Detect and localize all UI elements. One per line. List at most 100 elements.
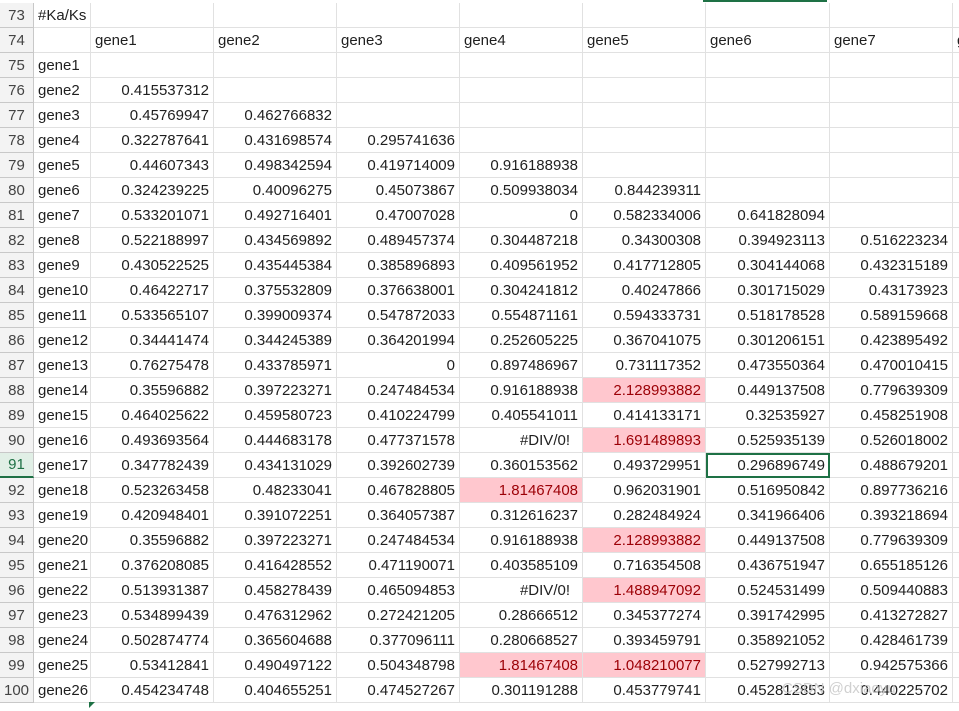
data-cell[interactable]: 0 — [337, 353, 460, 378]
data-cell[interactable]: 0.252605225 — [460, 328, 583, 353]
data-cell[interactable]: gene1 — [91, 28, 214, 53]
data-cell[interactable]: #DIV/0! — [460, 578, 583, 603]
data-cell[interactable]: 0.341966406 — [706, 503, 830, 528]
data-cell[interactable] — [460, 103, 583, 128]
row-header[interactable]: 76 — [0, 78, 34, 103]
data-cell[interactable]: gene3 — [337, 28, 460, 53]
row-header[interactable]: 74 — [0, 28, 34, 53]
data-cell[interactable]: 0.589159668 — [830, 303, 953, 328]
data-cell[interactable] — [953, 253, 959, 278]
data-cell[interactable]: 0.301206151 — [706, 328, 830, 353]
data-cell[interactable]: 0.436751947 — [706, 553, 830, 578]
data-cell[interactable]: 0.471190071 — [337, 553, 460, 578]
data-cell[interactable]: 0.459580723 — [214, 403, 337, 428]
data-cell[interactable] — [337, 103, 460, 128]
data-cell[interactable] — [953, 353, 959, 378]
data-cell[interactable]: 0.492716401 — [214, 203, 337, 228]
data-cell[interactable]: 0.897736216 — [830, 478, 953, 503]
data-cell[interactable]: 0.435445384 — [214, 253, 337, 278]
data-cell[interactable]: 0.393218694 — [830, 503, 953, 528]
data-cell[interactable]: 0.40096275 — [214, 178, 337, 203]
data-cell[interactable]: 0.594333731 — [583, 303, 706, 328]
row-header[interactable]: 75 — [0, 53, 34, 78]
data-cell[interactable] — [583, 128, 706, 153]
data-cell[interactable]: 0.393459791 — [583, 628, 706, 653]
data-cell[interactable]: 0.547872033 — [337, 303, 460, 328]
data-cell[interactable]: 0.76275478 — [91, 353, 214, 378]
row-label-cell[interactable]: gene21 — [34, 553, 91, 578]
data-cell[interactable]: 0.324239225 — [91, 178, 214, 203]
data-cell[interactable] — [91, 3, 214, 28]
data-cell[interactable] — [953, 278, 959, 303]
data-cell[interactable] — [830, 3, 953, 28]
data-cell[interactable]: gene4 — [460, 28, 583, 53]
data-cell[interactable]: 0.524531499 — [706, 578, 830, 603]
row-header[interactable]: 73 — [0, 3, 34, 28]
row-label-cell[interactable]: gene9 — [34, 253, 91, 278]
data-cell[interactable]: 0.526018002 — [830, 428, 953, 453]
data-cell[interactable]: 0.403585109 — [460, 553, 583, 578]
data-cell[interactable] — [953, 603, 959, 628]
data-cell[interactable]: 0.247484534 — [337, 378, 460, 403]
data-cell[interactable]: 0.375532809 — [214, 278, 337, 303]
data-cell[interactable] — [214, 78, 337, 103]
data-cell[interactable] — [583, 53, 706, 78]
data-cell[interactable]: 0.344245389 — [214, 328, 337, 353]
row-header[interactable]: 97 — [0, 603, 34, 628]
data-cell[interactable]: 0.431698574 — [214, 128, 337, 153]
data-cell[interactable] — [953, 53, 959, 78]
data-cell[interactable]: 0.417712805 — [583, 253, 706, 278]
row-label-cell[interactable]: gene1 — [34, 53, 91, 78]
data-cell[interactable] — [953, 328, 959, 353]
data-cell[interactable]: 0.465094853 — [337, 578, 460, 603]
data-cell[interactable] — [583, 103, 706, 128]
data-cell[interactable]: 0.345377274 — [583, 603, 706, 628]
data-cell[interactable]: 0.655185126 — [830, 553, 953, 578]
data-cell[interactable]: 0.405541011 — [460, 403, 583, 428]
data-cell[interactable] — [953, 503, 959, 528]
data-cell[interactable]: 0.779639309 — [830, 378, 953, 403]
data-cell[interactable]: 0.360153562 — [460, 453, 583, 478]
data-cell[interactable] — [953, 178, 959, 203]
data-cell[interactable] — [460, 3, 583, 28]
data-cell[interactable]: 0.716354508 — [583, 553, 706, 578]
data-cell[interactable]: 0.554871161 — [460, 303, 583, 328]
data-cell[interactable]: 0.280668527 — [460, 628, 583, 653]
data-cell[interactable]: 0.394923113 — [706, 228, 830, 253]
data-cell[interactable]: 0.35596882 — [91, 378, 214, 403]
row-header[interactable]: 77 — [0, 103, 34, 128]
data-cell[interactable]: 0.433785971 — [214, 353, 337, 378]
data-cell[interactable]: 0.322787641 — [91, 128, 214, 153]
data-cell[interactable] — [460, 128, 583, 153]
data-cell[interactable]: 0.391742995 — [706, 603, 830, 628]
data-cell[interactable]: 0.312616237 — [460, 503, 583, 528]
data-cell[interactable]: gene7 — [830, 28, 953, 53]
data-cell[interactable] — [953, 203, 959, 228]
data-cell[interactable]: 0.304487218 — [460, 228, 583, 253]
data-cell[interactable] — [953, 628, 959, 653]
data-cell[interactable]: 0.493693564 — [91, 428, 214, 453]
data-cell[interactable]: 0.458251908 — [830, 403, 953, 428]
data-cell[interactable]: 0.365604688 — [214, 628, 337, 653]
row-label-cell[interactable]: gene25 — [34, 653, 91, 678]
data-cell[interactable]: 0.523263458 — [91, 478, 214, 503]
data-cell[interactable]: 0.489457374 — [337, 228, 460, 253]
data-cell[interactable]: 0.376638001 — [337, 278, 460, 303]
row-header[interactable]: 81 — [0, 203, 34, 228]
data-cell[interactable]: gene5 — [583, 28, 706, 53]
data-cell[interactable]: 0.533201071 — [91, 203, 214, 228]
row-label-cell[interactable]: gene7 — [34, 203, 91, 228]
data-cell[interactable]: 0.449137508 — [706, 378, 830, 403]
row-header[interactable]: 92 — [0, 478, 34, 503]
data-cell[interactable] — [953, 128, 959, 153]
data-cell[interactable]: 0.942575366 — [830, 653, 953, 678]
data-cell[interactable] — [706, 53, 830, 78]
data-cell[interactable]: 0.420948401 — [91, 503, 214, 528]
row-label-cell[interactable]: gene2 — [34, 78, 91, 103]
data-cell[interactable]: 0.45073867 — [337, 178, 460, 203]
data-cell[interactable] — [583, 153, 706, 178]
data-cell[interactable]: 0.449137508 — [706, 528, 830, 553]
row-label-cell[interactable]: gene11 — [34, 303, 91, 328]
data-cell[interactable]: 1.048210077 — [583, 653, 706, 678]
data-cell[interactable]: 0.467828805 — [337, 478, 460, 503]
